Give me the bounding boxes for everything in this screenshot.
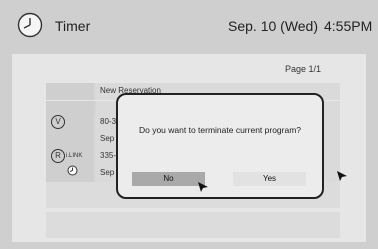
r-badge-icon: R xyxy=(51,149,65,163)
cursor-arrow-icon xyxy=(198,182,208,192)
page-indicator: Page 1/1 xyxy=(285,64,322,74)
clock-icon xyxy=(17,12,43,38)
list-item-channel: 80-3 xyxy=(100,117,117,126)
ilink-label: i.LINK xyxy=(66,153,83,159)
header-bar: Timer Sep. 10 (Wed) 4:55PM xyxy=(0,0,378,50)
page-title: Timer xyxy=(55,18,91,34)
list-item-empty xyxy=(46,212,340,238)
dialog-message: Do you want to terminate current program… xyxy=(138,125,302,135)
cursor-arrow-icon xyxy=(337,171,347,181)
v-badge-icon: V xyxy=(51,115,65,129)
time-label: 4:55PM xyxy=(324,18,373,34)
timer-screen: Timer Sep. 10 (Wed) 4:55PM Page 1/1 New … xyxy=(0,0,378,249)
list-item-date: Sep xyxy=(100,134,115,143)
list-item-date: Sep xyxy=(100,168,115,177)
clock-icon xyxy=(67,165,78,176)
list-item-channel: 335- xyxy=(100,151,117,160)
no-button[interactable]: No xyxy=(132,172,205,186)
confirm-dialog: Do you want to terminate current program… xyxy=(116,93,324,199)
yes-button[interactable]: Yes xyxy=(233,172,306,186)
date-label: Sep. 10 (Wed) xyxy=(228,18,319,34)
